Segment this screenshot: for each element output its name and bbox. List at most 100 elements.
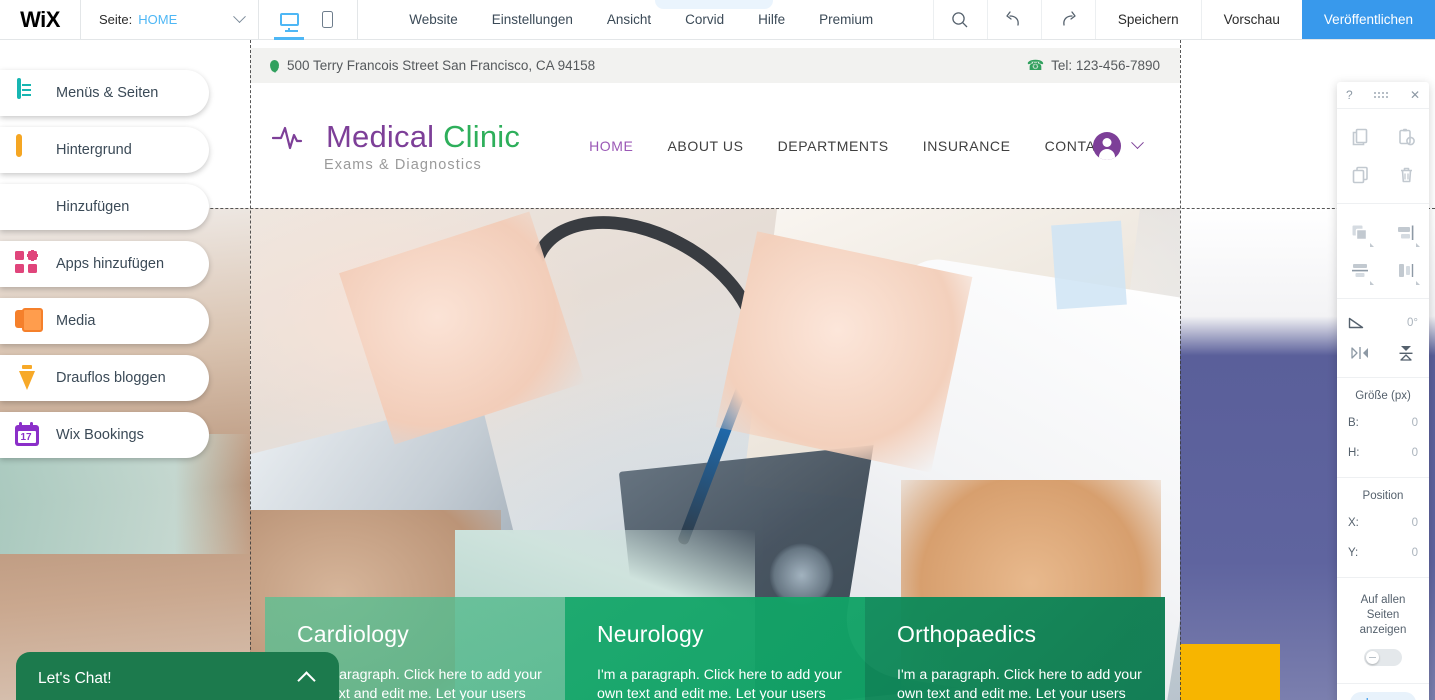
position-title: Position	[1362, 490, 1404, 502]
x-field[interactable]: X: 0	[1337, 508, 1429, 538]
y-field[interactable]: Y: 0	[1337, 538, 1429, 568]
guide-vertical-right	[1180, 40, 1181, 700]
element-toolbar-panel[interactable]: ? ✕ 0° Größe (px) B: 0 H: 0 Position X: …	[1337, 82, 1429, 700]
duplicate-icon[interactable]	[1337, 156, 1383, 194]
site-header[interactable]: Medical Clinic Exams & Diagnostics HOME …	[250, 83, 1180, 208]
card-title: Cardiology	[297, 621, 409, 647]
plus-icon	[14, 194, 40, 220]
sidebar-item-bookings[interactable]: 17 Wix Bookings	[0, 412, 209, 458]
show-all-pages-toggle[interactable]	[1364, 648, 1402, 666]
nav-item-home[interactable]: HOME	[572, 138, 650, 154]
pages-icon	[14, 78, 40, 106]
panel-header: ? ✕	[1337, 82, 1429, 108]
align-right-icon[interactable]	[1383, 213, 1429, 251]
panel-transform: 0°	[1337, 298, 1429, 377]
nav-item-about-us[interactable]: ABOUT US	[650, 138, 760, 154]
drag-handle-icon[interactable]	[1374, 92, 1389, 98]
menu-item-premium[interactable]: Premium	[802, 12, 890, 27]
height-value: 0	[1411, 447, 1418, 459]
service-card-orthopaedics[interactable]: Orthopaedics I'm a paragraph. Click here…	[865, 597, 1165, 700]
apps-icon	[14, 250, 40, 277]
layers-button[interactable]: Lagen	[1349, 691, 1417, 700]
mobile-icon[interactable]	[315, 0, 339, 40]
sidebar-item-label: Apps hinzufügen	[56, 256, 165, 272]
sidebar-item-media[interactable]: Media	[0, 298, 209, 344]
sidebar-item-label: Menüs & Seiten	[56, 85, 159, 101]
bring-forward-icon[interactable]	[1337, 213, 1383, 251]
save-button[interactable]: Speichern	[1094, 0, 1201, 39]
sidebar-item-label: Media	[56, 313, 96, 329]
sidebar-item-blog[interactable]: Drauflos bloggen	[0, 355, 209, 401]
chat-widget[interactable]: Let's Chat!	[16, 652, 339, 700]
height-field[interactable]: H: 0	[1337, 438, 1429, 468]
sidebar-item-label: Hinzufügen	[56, 199, 130, 215]
close-icon[interactable]: ✕	[1410, 88, 1420, 102]
chevron-up-icon[interactable]	[297, 671, 316, 690]
redo-icon[interactable]	[1040, 0, 1095, 39]
brand-tagline: Exams & Diagnostics	[324, 156, 482, 173]
wix-logo[interactable]: WiX	[0, 0, 80, 39]
desktop-icon[interactable]	[274, 0, 305, 40]
editor-toolbar: WiX Seite: HOME Website Einstellungen An…	[0, 0, 1435, 40]
card-body: I'm a paragraph. Click here to add your …	[897, 667, 1142, 700]
copy-icon[interactable]	[1337, 118, 1383, 156]
page-selector-label: Seite:	[99, 12, 133, 27]
phone-block: ☎ Tel: 123-456-7890	[1027, 57, 1160, 74]
editor-canvas[interactable]: 500 Terry Francois Street San Francisco,…	[0, 40, 1435, 700]
menu-item-einstellungen[interactable]: Einstellungen	[475, 12, 590, 27]
phone-icon: ☎	[1026, 57, 1045, 73]
x-label: X:	[1348, 517, 1359, 529]
sidebar-item-pages[interactable]: Menüs & Seiten	[0, 70, 209, 116]
sidebar-item-add[interactable]: Hinzufügen	[0, 184, 209, 230]
flip-horizontal-icon[interactable]	[1337, 338, 1383, 368]
chevron-down-icon[interactable]	[233, 10, 247, 24]
service-card-neurology[interactable]: Neurology I'm a paragraph. Click here to…	[565, 597, 865, 700]
sidebar-item-add-apps[interactable]: Apps hinzufügen	[0, 241, 209, 287]
nav-item-insurance[interactable]: INSURANCE	[906, 138, 1028, 154]
y-label: Y:	[1348, 547, 1359, 559]
service-cards: Cardiology I'm a paragraph. Click here t…	[265, 597, 1265, 700]
size-title: Größe (px)	[1355, 390, 1411, 402]
address-text: 500 Terry Francois Street San Francisco,…	[287, 58, 596, 73]
preview-button[interactable]: Vorschau	[1200, 0, 1302, 39]
trash-icon[interactable]	[1383, 156, 1429, 194]
editor-sidebar: Menüs & Seiten Hintergrund Hinzufügen Ap…	[0, 40, 214, 469]
site-navigation: HOME ABOUT US DEPARTMENTS INSURANCE CONT…	[572, 138, 1132, 154]
distribute-icon[interactable]	[1383, 251, 1429, 289]
panel-show-all-pages: Auf allen Seiten anzeigen	[1337, 577, 1429, 683]
page-selector[interactable]: Seite: HOME	[81, 0, 258, 39]
question-mark-icon[interactable]: ?	[1346, 88, 1353, 102]
width-label: B:	[1348, 417, 1359, 429]
background-icon	[14, 134, 40, 163]
heartbeat-icon	[272, 126, 303, 149]
paste-icon[interactable]	[1383, 118, 1429, 156]
account-menu[interactable]	[1093, 131, 1144, 160]
publish-button[interactable]: Veröffentlichen	[1301, 0, 1435, 39]
width-field[interactable]: B: 0	[1337, 408, 1429, 438]
menu-item-ansicht[interactable]: Ansicht	[590, 12, 668, 27]
avatar[interactable]	[1093, 131, 1121, 160]
menu-item-website[interactable]: Website	[392, 12, 475, 27]
pen-icon	[14, 365, 40, 391]
menu-item-corvid[interactable]: Corvid	[668, 12, 741, 27]
undo-icon[interactable]	[986, 0, 1041, 39]
nav-item-departments[interactable]: DEPARTMENTS	[761, 138, 906, 154]
sidebar-item-background[interactable]: Hintergrund	[0, 127, 209, 173]
address-block: 500 Terry Francois Street San Francisco,…	[270, 58, 595, 73]
zoom-out-icon[interactable]	[932, 0, 987, 39]
chevron-down-icon[interactable]	[1131, 136, 1144, 150]
guide-horizontal	[0, 208, 1435, 209]
x-value: 0	[1411, 517, 1418, 529]
device-switcher	[259, 0, 357, 40]
site-logo[interactable]: Medical Clinic Exams & Diagnostics	[272, 119, 520, 173]
card-body: I'm a paragraph. Click here to add your …	[597, 667, 842, 700]
menu-item-hilfe[interactable]: Hilfe	[741, 12, 802, 27]
y-value: 0	[1411, 547, 1418, 559]
toolbar-actions: Speichern Vorschau Veröffentlichen	[932, 0, 1435, 39]
panel-align-tools	[1337, 203, 1429, 298]
align-middle-icon[interactable]	[1337, 251, 1383, 289]
rotation-row[interactable]: 0°	[1337, 308, 1429, 338]
chat-label: Let's Chat!	[38, 670, 112, 687]
flip-vertical-icon[interactable]	[1383, 338, 1429, 368]
rotation-value: 0°	[1407, 317, 1418, 329]
